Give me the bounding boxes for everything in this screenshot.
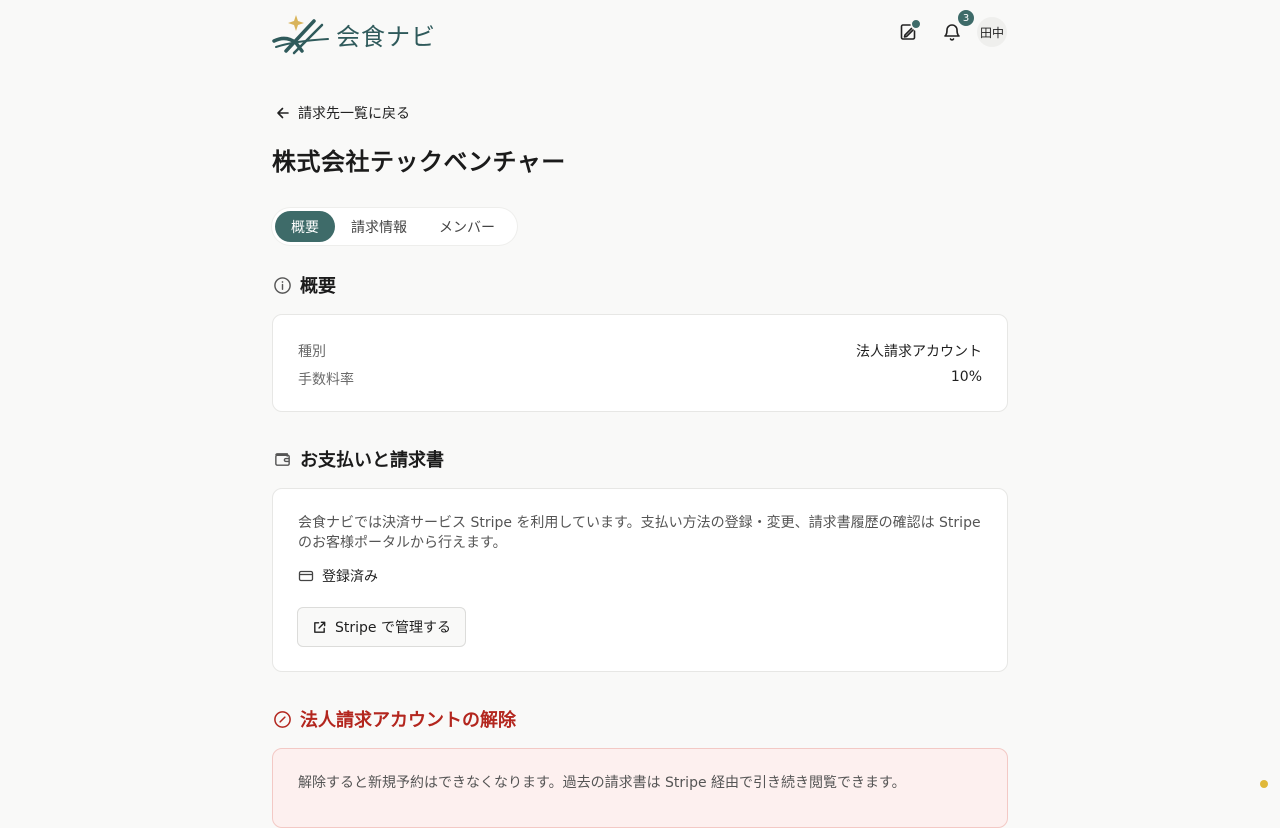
payment-status-text: 登録済み (322, 569, 378, 585)
prohibited-icon (272, 709, 292, 729)
arrow-left-icon (277, 107, 289, 119)
tab-overview[interactable]: 概要 (275, 211, 335, 242)
page-title: 株式会社テックベンチャー (272, 148, 566, 176)
payments-heading-text: お支払いと請求書 (300, 450, 444, 471)
type-label: 種別 (298, 344, 326, 360)
cancel-account-card: 解除すると新規予約はできなくなります。過去の請求書は Stripe 経由で引き続… (272, 748, 1008, 828)
back-to-billing-list-link[interactable]: 請求先一覧に戻る (276, 103, 410, 123)
payment-method-status: 登録済み (298, 566, 378, 586)
fee-rate-value: 10% (950, 369, 982, 385)
credit-card-icon (298, 570, 314, 582)
cancel-account-heading-text: 法人請求アカウントの解除 (300, 710, 516, 731)
wallet-icon (272, 449, 292, 469)
payments-description-line1: 会食ナビでは決済サービス Stripe を利用しています。支払い方法の登録・変更… (298, 515, 981, 531)
type-row: 種別 法人請求アカウント (298, 341, 982, 361)
logo-text: 会食ナビ (336, 22, 436, 51)
back-link-label: 請求先一覧に戻る (298, 106, 410, 122)
payments-description-line2: のお客様ポータルから行えます。 (298, 535, 507, 551)
tab-bar: 概要 請求情報 メンバー (272, 208, 517, 245)
cancel-account-description: 解除すると新規予約はできなくなります。過去の請求書は Stripe 経由で引き続… (298, 775, 906, 791)
logo-mark-icon (272, 15, 329, 55)
cancel-account-heading: 法人請求アカウントの解除 (272, 706, 516, 732)
edit-status-dot (911, 19, 921, 29)
tab-billing-info[interactable]: 請求情報 (335, 211, 423, 242)
info-icon (272, 275, 292, 295)
notification-count-badge: 3 (957, 9, 975, 27)
overview-card: 種別 法人請求アカウント 手数料率 10% (272, 314, 1008, 412)
payments-heading: お支払いと請求書 (272, 446, 444, 472)
manage-with-stripe-button[interactable]: Stripe で管理する (297, 607, 466, 647)
payments-card: 会食ナビでは決済サービス Stripe を利用しています。支払い方法の登録・変更… (272, 488, 1008, 672)
external-link-icon (314, 621, 326, 633)
payments-description: 会食ナビでは決済サービス Stripe を利用しています。支払い方法の登録・変更… (298, 513, 988, 553)
overview-heading-text: 概要 (300, 276, 336, 297)
manage-with-stripe-label: Stripe で管理する (335, 620, 451, 636)
type-value: 法人請求アカウント (856, 344, 982, 360)
edit-button[interactable] (892, 16, 924, 48)
overview-heading: 概要 (272, 272, 336, 298)
app-logo[interactable]: 会食ナビ (272, 12, 442, 56)
status-indicator-dot (1260, 780, 1268, 788)
fee-rate-label: 手数料率 (298, 372, 354, 388)
user-avatar[interactable]: 田中 (977, 17, 1007, 47)
bell-icon (944, 24, 960, 41)
notifications-button[interactable]: 3 (936, 9, 975, 48)
fee-rate-row: 手数料率 10% (298, 369, 982, 389)
tab-members[interactable]: メンバー (423, 211, 511, 242)
